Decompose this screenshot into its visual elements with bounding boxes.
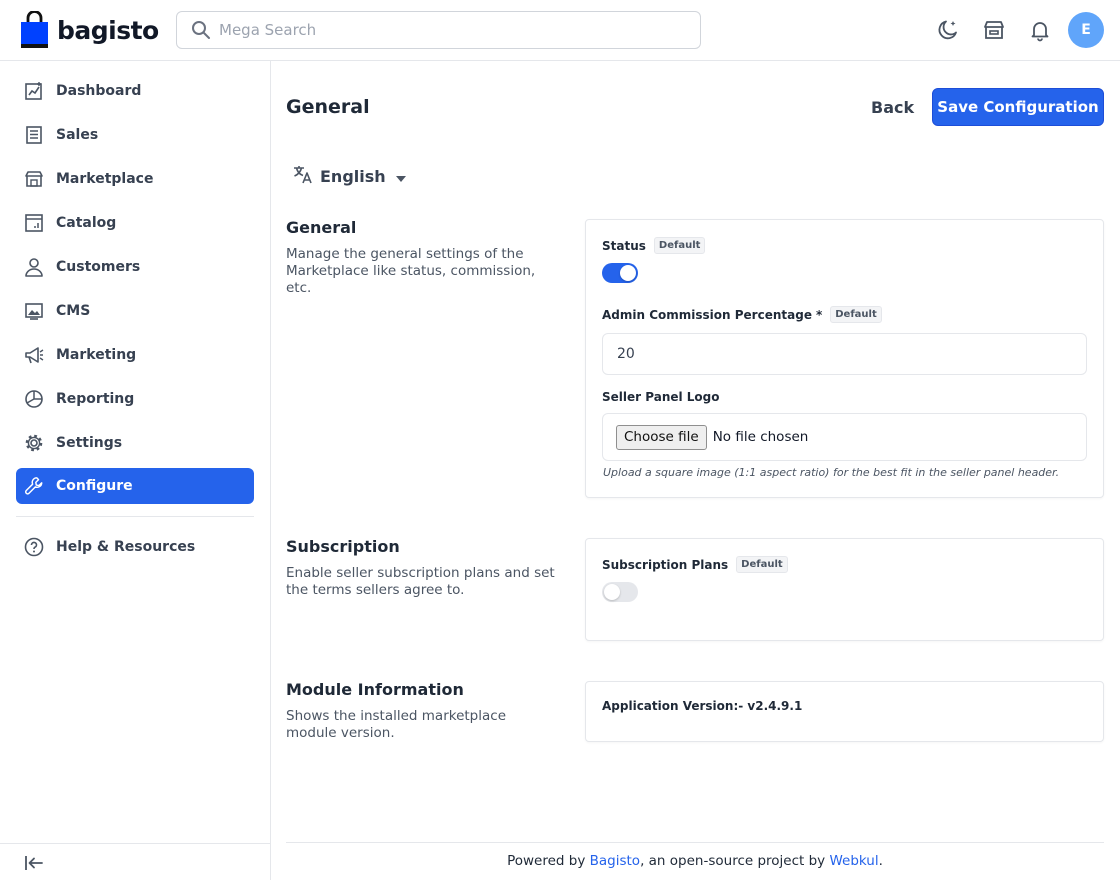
section-title-subscription: Subscription (286, 537, 400, 556)
dark-mode-icon[interactable] (936, 18, 960, 42)
catalog-icon (24, 213, 44, 233)
section-title-module: Module Information (286, 680, 464, 699)
sidebar-item-sales[interactable]: Sales (16, 117, 254, 153)
application-version: Application Version:- v2.4.9.1 (602, 699, 803, 713)
webkul-link[interactable]: Webkul (829, 853, 878, 869)
default-badge: Default (736, 556, 788, 573)
section-desc-subscription: Enable seller subscription plans and set… (286, 565, 555, 598)
brand-name: bagisto (57, 15, 159, 45)
status-field-label: Status Default (602, 237, 706, 254)
sidebar: Dashboard Sales Marketplace Catalog Cust… (0, 61, 271, 880)
sales-icon (24, 125, 44, 145)
file-status: No file chosen (712, 429, 809, 445)
logo-hint: Upload a square image (1:1 aspect ratio)… (603, 466, 1060, 479)
sidebar-bottom-divider (0, 843, 270, 844)
page-title: General (286, 96, 370, 118)
commission-field-label: Admin Commission Percentage * Default (602, 306, 882, 323)
section-title-general: General (286, 218, 357, 237)
default-badge: Default (830, 306, 882, 323)
default-badge: Default (653, 237, 706, 254)
mega-search[interactable] (176, 11, 701, 49)
marketing-icon (24, 345, 44, 365)
status-label: Status (602, 238, 646, 253)
search-input[interactable] (219, 21, 679, 39)
sidebar-item-label: Configure (56, 478, 133, 494)
sidebar-item-label: Catalog (56, 215, 117, 231)
bagisto-logo[interactable]: bagisto (20, 11, 159, 49)
sidebar-item-help[interactable]: Help & Resources (16, 529, 254, 565)
user-avatar[interactable]: E (1068, 12, 1104, 48)
subscription-settings-card: Subscription Plans Default (585, 538, 1104, 641)
search-icon (192, 21, 210, 39)
sidebar-item-marketing[interactable]: Marketing (16, 337, 254, 373)
choose-file-button[interactable]: Choose file (616, 424, 707, 450)
reporting-icon (24, 389, 44, 409)
seller-logo-label: Seller Panel Logo (602, 390, 720, 404)
footer-suffix: . (878, 853, 883, 869)
footer-middle: , an open-source project by (640, 853, 830, 869)
subscription-plans-label: Subscription Plans (602, 557, 729, 572)
footer-prefix: Powered by (507, 853, 590, 869)
commission-input[interactable] (602, 333, 1087, 375)
footer-divider (286, 842, 1104, 843)
sidebar-item-label: Marketing (56, 347, 137, 363)
sidebar-item-dashboard[interactable]: Dashboard (16, 73, 254, 109)
seller-logo-file-input: Choose file No file chosen (602, 413, 1087, 461)
subscription-plans-toggle[interactable] (602, 582, 638, 602)
sidebar-item-marketplace[interactable]: Marketplace (16, 161, 254, 197)
sidebar-item-customers[interactable]: Customers (16, 249, 254, 285)
marketplace-icon (24, 169, 44, 189)
sidebar-item-cms[interactable]: CMS (16, 293, 254, 329)
sidebar-item-configure[interactable]: Configure (16, 468, 254, 504)
settings-icon (24, 433, 44, 453)
sidebar-item-label: Dashboard (56, 83, 142, 99)
required-marker: * (815, 307, 823, 322)
status-toggle[interactable] (602, 263, 638, 283)
collapse-sidebar-icon[interactable] (22, 851, 46, 875)
footer: Powered by Bagisto, an open-source proje… (286, 853, 1104, 869)
shopping-bag-icon (21, 11, 48, 48)
sidebar-item-label: Customers (56, 259, 141, 275)
sidebar-item-catalog[interactable]: Catalog (16, 205, 254, 241)
bagisto-link[interactable]: Bagisto (590, 853, 640, 869)
section-desc-general: Manage the general settings of the Marke… (286, 246, 536, 296)
dashboard-icon (24, 81, 44, 101)
subscription-plans-field-label: Subscription Plans Default (602, 556, 788, 573)
toggle-knob (620, 265, 636, 281)
sidebar-item-label: CMS (56, 303, 91, 319)
cms-icon (24, 301, 44, 321)
translate-icon (292, 163, 314, 189)
sidebar-item-reporting[interactable]: Reporting (16, 381, 254, 417)
caret-down-icon (395, 167, 406, 186)
sidebar-divider (16, 516, 254, 517)
general-settings-card: Status Default Admin Commission Percenta… (585, 219, 1104, 498)
sidebar-item-label: Settings (56, 435, 123, 451)
module-info-card: Application Version:- v2.4.9.1 (585, 681, 1104, 742)
section-desc-module: Shows the installed marketplace module v… (286, 708, 507, 741)
storefront-icon[interactable] (982, 18, 1006, 42)
top-header: bagisto E (0, 0, 1120, 61)
customers-icon (24, 257, 44, 277)
sidebar-item-label: Reporting (56, 391, 135, 407)
notification-bell-icon[interactable] (1028, 18, 1052, 42)
sidebar-item-settings[interactable]: Settings (16, 425, 254, 461)
locale-label: English (320, 166, 386, 186)
toggle-knob (604, 584, 620, 600)
locale-switcher[interactable]: English (292, 163, 406, 189)
sidebar-item-label: Marketplace (56, 171, 154, 187)
back-button[interactable]: Back (862, 94, 923, 120)
help-icon (24, 537, 44, 557)
save-configuration-button[interactable]: Save Configuration (932, 88, 1104, 126)
sidebar-item-label: Sales (56, 127, 99, 143)
sidebar-item-label: Help & Resources (56, 539, 196, 555)
commission-label: Admin Commission Percentage (602, 307, 812, 322)
configure-icon (24, 476, 44, 496)
